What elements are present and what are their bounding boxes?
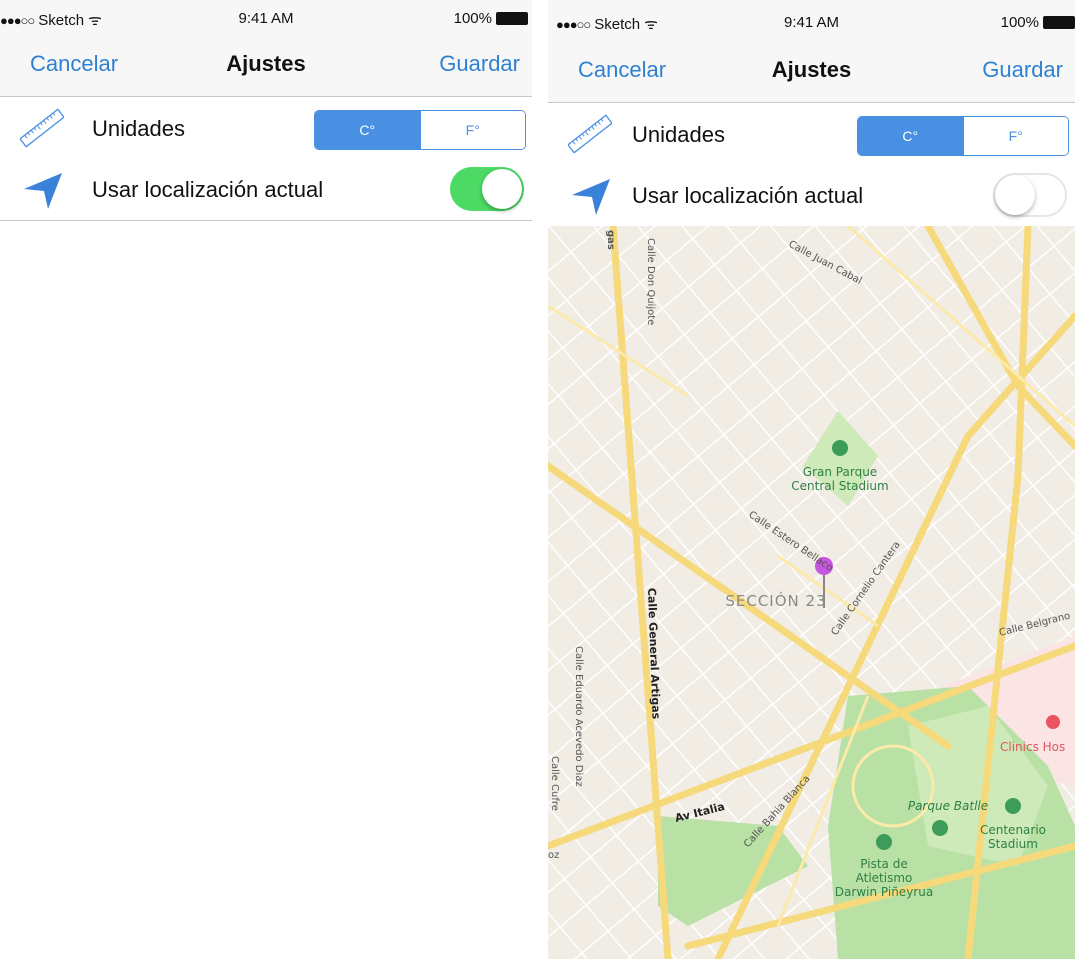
district-label: SECCIÓN 23: [725, 591, 826, 610]
toggle-knob: [995, 175, 1035, 215]
carrier-name: Sketch: [594, 15, 641, 33]
place-label: Centenario: [980, 823, 1046, 837]
units-segmented-control[interactable]: C° F°: [314, 110, 526, 150]
settings-screen-location-off: ●●●○○ Sketch ᯤ 9:41 AM 100% Cancelar Ajust…: [548, 0, 1075, 959]
place-label: Parque Batlle: [908, 799, 988, 813]
battery-percent: 100%: [453, 10, 492, 27]
cancel-button[interactable]: Cancelar: [578, 57, 666, 83]
units-label: Unidades: [632, 122, 725, 147]
save-button[interactable]: Guardar: [439, 51, 520, 77]
location-label: Usar localización actual: [632, 183, 864, 208]
cancel-button[interactable]: Cancelar: [30, 51, 118, 77]
map-view[interactable]: Calle Juan Cabal Calle Don Quijote gas C…: [548, 226, 1075, 959]
street-label: Calle Cufre: [549, 756, 560, 811]
page-title: Ajustes: [226, 51, 306, 76]
units-row: Unidades C° F°: [548, 103, 1075, 165]
wifi-icon: ᯤ: [644, 16, 658, 33]
location-row: Usar localización actual: [0, 158, 532, 220]
settings-screen-location-on: ●●●○○ Sketch ᯤ 9:41 AM 100% Cancelar Ajust…: [0, 0, 532, 959]
units-label: Unidades: [92, 116, 185, 141]
place-label: Clinics Hos: [1000, 740, 1065, 754]
location-arrow-icon: [572, 179, 610, 215]
hospital-icon: [1046, 715, 1060, 729]
place-label: Pista de: [860, 857, 907, 871]
signal-icon: ●●●○○: [556, 16, 591, 32]
stadium-icon: [1005, 798, 1021, 814]
units-segmented-control[interactable]: C° F°: [857, 116, 1069, 156]
place-label: Central Stadium: [791, 479, 888, 493]
wifi-icon: ᯤ: [88, 12, 102, 29]
bottom-divider: [0, 220, 532, 221]
map-canvas: Calle Juan Cabal Calle Don Quijote gas C…: [548, 226, 1075, 959]
place-label: Darwin Piñeyrua: [835, 885, 933, 899]
stadium-icon: [832, 440, 848, 456]
units-celsius-option[interactable]: C°: [858, 117, 963, 155]
units-row: Unidades C° F°: [0, 97, 532, 159]
status-time: 9:41 AM: [238, 10, 294, 27]
place-label: Stadium: [988, 837, 1038, 851]
location-label: Usar localización actual: [92, 177, 324, 202]
battery-icon: [1043, 16, 1075, 29]
units-celsius-option[interactable]: C°: [315, 111, 420, 149]
location-arrow-icon: [24, 173, 62, 209]
page-title: Ajustes: [771, 57, 852, 82]
battery-percent: 100%: [1000, 14, 1039, 31]
units-fahrenheit-option[interactable]: F°: [962, 117, 1068, 155]
location-toggle[interactable]: [450, 167, 524, 211]
battery-icon: [496, 12, 528, 25]
place-label: Atletismo: [856, 871, 913, 885]
units-fahrenheit-option[interactable]: F°: [419, 111, 525, 149]
status-time: 9:41 AM: [783, 14, 840, 31]
street-label: oz: [548, 850, 559, 861]
status-bar: ●●●○○ Sketch ᯤ 9:41 AM 100%: [0, 0, 532, 36]
street-label: Calle Don Quijote: [645, 238, 656, 325]
street-label: gas: [605, 230, 616, 250]
signal-icon: ●●●○○: [0, 12, 35, 28]
place-label: Gran Parque: [803, 465, 877, 479]
park-tree-icon: [932, 820, 948, 836]
carrier-name: Sketch: [38, 11, 85, 29]
location-row: Usar localización actual: [548, 164, 1075, 226]
save-button[interactable]: Guardar: [982, 57, 1063, 83]
ruler-icon: [20, 108, 64, 148]
street-label: Calle Eduardo Acevedo Diaz: [573, 646, 584, 787]
navigation-bar: Cancelar Ajustes Guardar: [0, 36, 532, 97]
stadium-icon: [876, 834, 892, 850]
navigation-bar: Cancelar Ajustes Guardar: [548, 42, 1075, 103]
ruler-icon: [568, 114, 612, 154]
location-toggle[interactable]: [993, 173, 1067, 217]
toggle-knob: [482, 169, 522, 209]
status-bar: ●●●○○ Sketch ᯤ 9:41 AM 100%: [548, 0, 1075, 42]
